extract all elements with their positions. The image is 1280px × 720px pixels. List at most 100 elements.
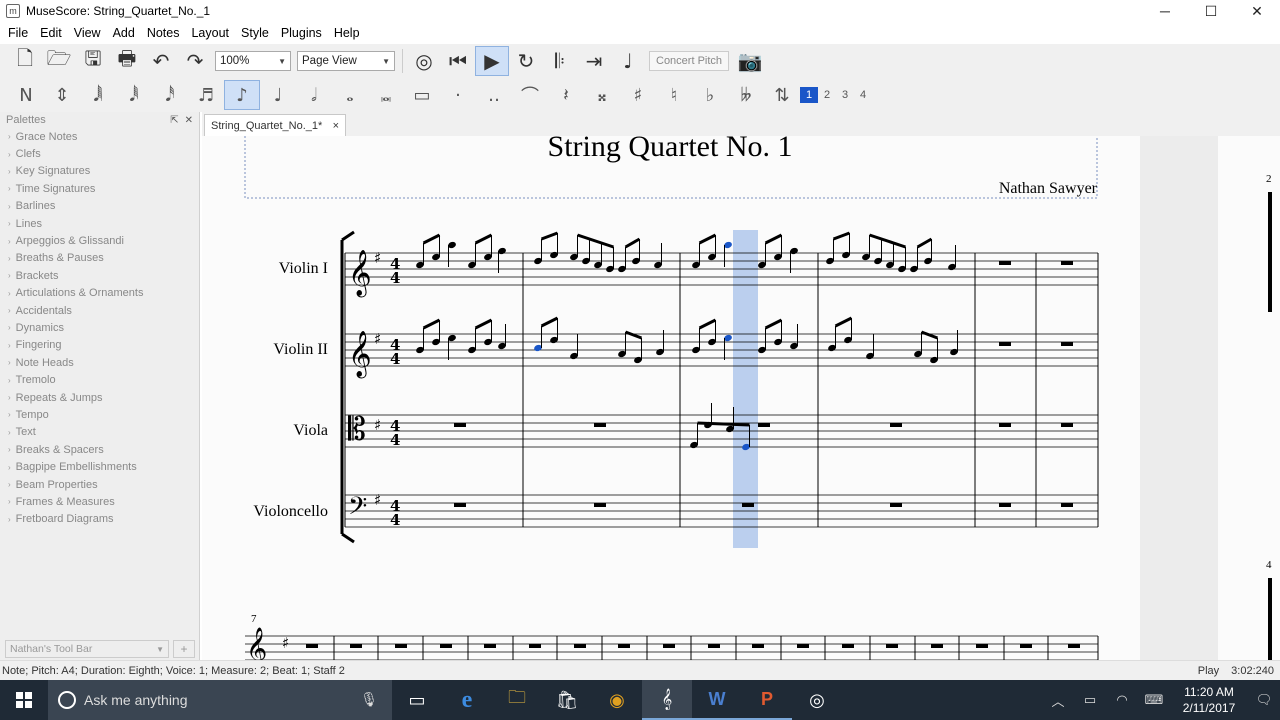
save-icon[interactable]: 🖫 [76, 46, 110, 76]
quarter-note-icon[interactable]: ♩ [260, 80, 296, 110]
word-icon[interactable]: W [692, 680, 742, 720]
menu-view[interactable]: View [68, 22, 107, 44]
double-dot-icon[interactable]: ‥ [476, 80, 512, 110]
cortana-search-box[interactable]: Ask me anything 🎙 [48, 680, 392, 720]
rhythm-input-icon[interactable]: ⇕ [44, 80, 80, 110]
new-score-icon[interactable]: 🗋 [8, 46, 42, 76]
palette-item[interactable]: › Breaths & Pauses [0, 250, 199, 267]
metronome-icon[interactable]: ♩ [611, 46, 645, 76]
taskbar-clock[interactable]: 11:20 AM 2/11/2017 [1170, 684, 1248, 716]
flat-icon[interactable]: ♭ [692, 80, 728, 110]
rest-icon[interactable]: 𝄽 [548, 80, 584, 110]
score-tab[interactable]: String_Quartet_No._1* × [204, 114, 346, 136]
midi-input-icon[interactable]: ◎ [407, 46, 441, 76]
thirty-second-note-icon[interactable]: 𝅘𝅥𝅱 [116, 80, 152, 110]
add-workspace-button[interactable]: + [173, 640, 195, 658]
score-title[interactable]: String Quartet No. 1 [548, 136, 793, 163]
menu-layout[interactable]: Layout [185, 22, 235, 44]
double-sharp-icon[interactable]: 𝄪 [584, 80, 620, 110]
show-hidden-icons-icon[interactable]: ︿ [1042, 680, 1074, 720]
sixteenth-note-alt-icon[interactable]: ♬ [188, 80, 224, 110]
file-explorer-icon[interactable]: 🗀 [492, 680, 542, 720]
action-center-icon[interactable]: 🗨 [1248, 680, 1280, 720]
play-icon[interactable]: ▶ [475, 46, 509, 76]
battery-icon[interactable]: ▭ [1074, 680, 1106, 720]
concert-pitch-button[interactable]: Concert Pitch [649, 51, 730, 71]
palette-item[interactable]: › Bagpipe Embellishments [0, 458, 199, 475]
sixteenth-note-icon[interactable]: 𝅘𝅥𝅰 [152, 80, 188, 110]
task-view-icon[interactable]: ▭ [392, 680, 442, 720]
palette-item[interactable]: › Tempo [0, 406, 199, 423]
view-mode-select[interactable]: Page View ▼ [297, 51, 395, 71]
flip-direction-icon[interactable]: ⇅ [764, 80, 800, 110]
double-flat-icon[interactable]: 𝄫 [728, 80, 764, 110]
zoom-select[interactable]: 100% ▼ [215, 51, 291, 71]
note-input-mode-icon[interactable]: N [8, 80, 44, 110]
rewind-icon[interactable]: ⏮ [441, 46, 475, 76]
minimize-button[interactable]: ─ [1142, 0, 1188, 22]
windows-start-icon[interactable] [0, 680, 48, 720]
voice-4-button[interactable]: 4 [854, 87, 872, 103]
palette-item[interactable]: › Repeats & Jumps [0, 389, 199, 406]
close-tab-icon[interactable]: × [333, 120, 339, 132]
palette-item[interactable]: › Tremolo [0, 371, 199, 388]
score-composer[interactable]: Nathan Sawyer [999, 180, 1098, 197]
edge-browser-icon[interactable]: e [442, 680, 492, 720]
print-icon[interactable]: 🖶 [110, 46, 144, 76]
obs-icon[interactable]: ◎ [792, 680, 842, 720]
sixty-fourth-note-icon[interactable]: 𝅘𝅥𝅲 [80, 80, 116, 110]
undo-icon[interactable]: ↶ [144, 46, 178, 76]
palette-item[interactable]: › Fretboard Diagrams [0, 511, 199, 528]
float-panel-icon[interactable]: ⇱ [170, 115, 178, 126]
palette-item[interactable]: › Barlines [0, 198, 199, 215]
double-whole-note-icon[interactable]: 𝅜 [368, 80, 404, 110]
palette-item[interactable]: › Frames & Measures [0, 493, 199, 510]
voice-3-button[interactable]: 3 [836, 87, 854, 103]
score-canvas[interactable]: String Quartet No. 1 Nathan Sawyer Violi… [202, 136, 1280, 660]
palette-item[interactable]: › Brackets [0, 267, 199, 284]
chrome-icon[interactable]: ◉ [592, 680, 642, 720]
longa-icon[interactable]: ▭ [404, 80, 440, 110]
half-note-icon[interactable]: 𝅗𝅥 [296, 80, 332, 110]
palette-item[interactable]: › Key Signatures [0, 163, 199, 180]
menu-style[interactable]: Style [235, 22, 275, 44]
palette-item[interactable]: › Fingering [0, 337, 199, 354]
powerpoint-icon[interactable]: P [742, 680, 792, 720]
workspace-select[interactable]: Nathan's Tool Bar ▼ [5, 640, 169, 658]
palette-item[interactable]: › Articulations & Ornaments [0, 285, 199, 302]
loop-icon[interactable]: ↻ [509, 46, 543, 76]
palette-item[interactable]: › Clefs [0, 145, 199, 162]
eighth-note-icon[interactable]: ♪ [224, 80, 260, 110]
palette-item[interactable]: › Accidentals [0, 302, 199, 319]
palette-item[interactable]: › Time Signatures [0, 180, 199, 197]
menu-file[interactable]: File [2, 22, 34, 44]
menu-notes[interactable]: Notes [141, 22, 186, 44]
maximize-button[interactable]: ☐ [1188, 0, 1234, 22]
microphone-icon[interactable]: 🎙 [360, 691, 378, 708]
palette-item[interactable]: › Note Heads [0, 354, 199, 371]
whole-note-icon[interactable]: 𝅝 [332, 80, 368, 110]
menu-edit[interactable]: Edit [34, 22, 68, 44]
palette-item[interactable]: › Grace Notes [0, 128, 199, 145]
close-panel-icon[interactable]: ✕ [185, 115, 193, 126]
wifi-icon[interactable]: ◠ [1106, 680, 1138, 720]
musescore-taskbar-icon[interactable]: 𝄞 [642, 680, 692, 720]
close-button[interactable]: ✕ [1234, 0, 1280, 22]
menu-add[interactable]: Add [107, 22, 141, 44]
palette-item[interactable]: › Arpeggios & Glissandi [0, 232, 199, 249]
pan-score-icon[interactable]: ⇥ [577, 46, 611, 76]
tie-icon[interactable]: ⌒ [512, 80, 548, 110]
camera-icon[interactable]: 📷 [733, 46, 767, 76]
palette-item[interactable]: › Lines [0, 215, 199, 232]
palette-item[interactable]: › Text [0, 424, 199, 441]
voice-2-button[interactable]: 2 [818, 87, 836, 103]
redo-icon[interactable]: ↷ [178, 46, 212, 76]
palette-item[interactable]: › Beam Properties [0, 476, 199, 493]
menu-plugins[interactable]: Plugins [275, 22, 328, 44]
voice-1-button[interactable]: 1 [800, 87, 818, 103]
augmentation-dot-icon[interactable]: · [440, 80, 476, 110]
palette-item[interactable]: › Breaks & Spacers [0, 441, 199, 458]
natural-icon[interactable]: ♮ [656, 80, 692, 110]
keyboard-icon[interactable]: ⌨ [1138, 680, 1170, 720]
sharp-icon[interactable]: ♯ [620, 80, 656, 110]
